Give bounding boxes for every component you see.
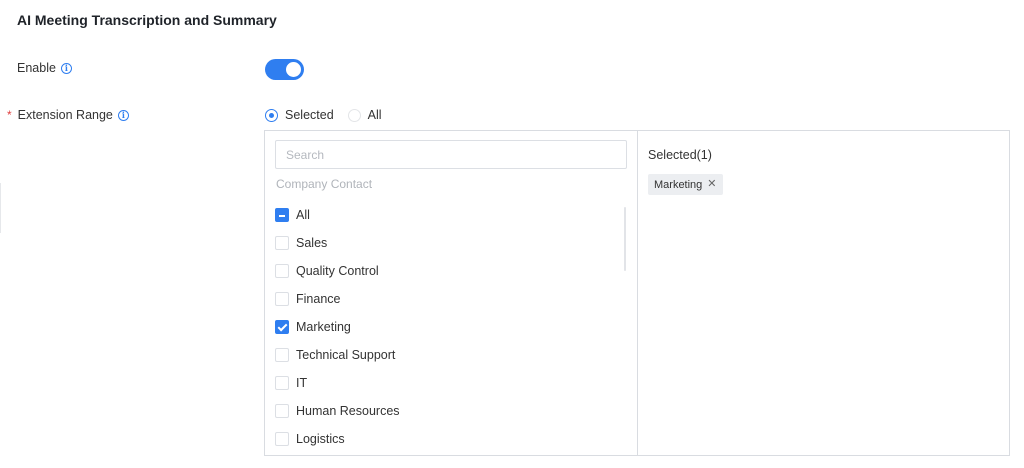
section-title: AI Meeting Transcription and Summary (17, 12, 277, 28)
list-item-technical-support[interactable]: Technical Support (275, 341, 400, 369)
list-item-label: All (296, 208, 310, 222)
checkbox[interactable] (275, 320, 289, 334)
search-input[interactable] (275, 140, 627, 169)
department-list: All Sales Quality Control Finance Market… (275, 201, 400, 453)
close-icon[interactable]: ✕ (707, 179, 716, 190)
list-scrollbar[interactable] (624, 207, 626, 271)
selected-heading: Selected(1) (648, 148, 712, 162)
list-item-label: Quality Control (296, 264, 379, 278)
list-item-label: Technical Support (296, 348, 396, 362)
enable-label: Enable (17, 61, 56, 75)
list-item-label: Human Resources (296, 404, 400, 418)
list-item-sales[interactable]: Sales (275, 229, 400, 257)
radio-option-label: Selected (285, 108, 334, 122)
radio-option-label: All (367, 108, 382, 122)
radio-option-all[interactable]: All (347, 108, 382, 122)
group-label: Company Contact (276, 177, 373, 191)
divider (0, 183, 1, 233)
list-item-all[interactable]: All (275, 201, 400, 229)
transfer-box: Company Contact All Sales Quality Contro… (264, 130, 1010, 456)
extension-range-radio-group: Selected All (265, 108, 396, 122)
list-item-label: Marketing (296, 320, 351, 334)
checkbox[interactable] (275, 236, 289, 250)
list-item-human-resources[interactable]: Human Resources (275, 397, 400, 425)
list-item-logistics[interactable]: Logistics (275, 425, 400, 453)
enable-label-row: Enable i (17, 61, 72, 75)
checkbox[interactable] (275, 432, 289, 446)
extension-range-label: Extension Range (17, 108, 113, 122)
radio-selected-circle[interactable] (265, 108, 278, 122)
checkbox[interactable] (275, 208, 289, 222)
info-icon[interactable]: i (117, 109, 129, 121)
checkbox[interactable] (275, 376, 289, 390)
list-item-label: IT (296, 376, 308, 390)
radio-all-circle[interactable] (347, 108, 361, 122)
tag-label: Marketing (654, 178, 703, 191)
list-item-quality-control[interactable]: Quality Control (275, 257, 400, 285)
settings-page: AI Meeting Transcription and Summary Ena… (0, 0, 1024, 468)
list-item-finance[interactable]: Finance (275, 285, 400, 313)
list-item-marketing[interactable]: Marketing (275, 313, 400, 341)
list-item-label: Sales (296, 236, 328, 250)
list-item-label: Logistics (296, 432, 345, 446)
source-panel: Company Contact All Sales Quality Contro… (265, 131, 638, 455)
selected-tag-marketing: Marketing ✕ (648, 174, 723, 195)
toggle-knob (286, 62, 301, 77)
info-icon[interactable]: i (60, 62, 72, 74)
list-item-it[interactable]: IT (275, 369, 400, 397)
selected-panel: Selected(1) Marketing ✕ (638, 131, 1009, 455)
enable-toggle[interactable] (265, 59, 304, 80)
radio-option-selected[interactable]: Selected (265, 108, 334, 122)
checkbox[interactable] (275, 264, 289, 278)
required-mark: * (7, 108, 12, 122)
checkbox[interactable] (275, 348, 289, 362)
checkbox[interactable] (275, 404, 289, 418)
list-item-label: Finance (296, 292, 341, 306)
checkbox[interactable] (275, 292, 289, 306)
extension-range-label-row: * Extension Range i (7, 108, 129, 122)
